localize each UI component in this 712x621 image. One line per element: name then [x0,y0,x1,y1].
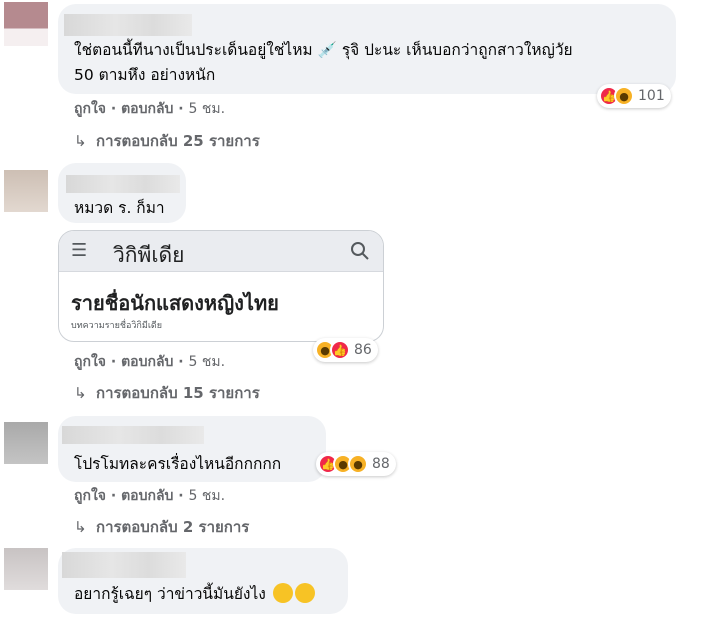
comment-text: อยากรู้เฉยๆ ว่าข่าวนี้มันยังไง [74,582,315,607]
avatar[interactable] [4,170,48,212]
author-name[interactable] [66,175,180,193]
reply-arrow-icon: ↳ [74,518,87,536]
comment-text: โปรโมทละครเรื่องไหนอีกกกกก [74,455,282,473]
reaction-count: 86 [354,342,372,358]
like-link[interactable]: ถูกใจ [74,101,106,117]
avatar[interactable] [4,422,48,464]
like-reaction-icon: 👍 [330,340,350,360]
article-subtitle: บทความรายชื่อวิกิมีเดีย [71,321,163,331]
reply-arrow-icon: ↳ [74,384,87,402]
hamburger-menu-icon: ☰ [71,240,88,261]
wiki-brand: วิกิพีเดีย [113,243,185,267]
timestamp[interactable]: 5 ชม. [189,101,226,117]
reply-link[interactable]: ตอบกลับ [121,354,173,370]
author-name[interactable] [62,426,204,444]
search-icon [351,242,369,260]
author-name[interactable] [62,552,186,578]
wiki-header: ☰ วิกิพีเดีย [59,231,383,272]
article-title: รายชื่อนักแสดงหญิงไทย [71,291,279,315]
view-replies-link[interactable]: ↳ การตอบกลับ 15 รายการ [74,381,260,405]
avatar[interactable] [4,548,48,590]
link-preview-card[interactable]: ☰ วิกิพีเดีย รายชื่อนักแสดงหญิงไทย บทควา… [58,230,384,342]
comment-text: ใช่ตอนนี้ทีนางเป็นประเด็นอยู่ใช่ไหม 💉 รุ… [74,41,573,84]
haha-reaction-icon: ● [348,454,368,474]
reply-link[interactable]: ตอบกลับ [121,488,173,504]
avatar[interactable] [4,2,48,46]
view-replies-link[interactable]: ↳ การตอบกลับ 2 รายการ [74,515,249,539]
reaction-summary[interactable]: ● 👍 86 [313,338,378,362]
comment-actions: ถูกใจ · ตอบกลับ · 5 ชม. [74,101,226,117]
timestamp[interactable]: 5 ชม. [189,354,226,370]
syringe-icon: 💉 [317,41,337,59]
comment-actions: ถูกใจ · ตอบกลับ · 5 ชม. [74,488,226,504]
reply-link[interactable]: ตอบกลับ [121,101,173,117]
comment-actions: ถูกใจ · ตอบกลับ · 5 ชม. [74,354,226,370]
pleading-face-icon [272,583,293,603]
reaction-count: 101 [638,88,665,104]
reply-arrow-icon: ↳ [74,132,87,150]
timestamp[interactable]: 5 ชม. [189,488,226,504]
view-replies-link[interactable]: ↳ การตอบกลับ 25 รายการ [74,129,260,153]
reaction-summary[interactable]: 👍 ● 101 [597,84,671,108]
like-link[interactable]: ถูกใจ [74,488,106,504]
flushed-face-icon [294,583,315,603]
author-name[interactable] [64,14,192,36]
like-link[interactable]: ถูกใจ [74,354,106,370]
reaction-summary[interactable]: 👍 ● ● 88 [316,452,396,476]
comment-text: หมวด ร. ก็มา [74,199,165,217]
wow-reaction-icon: ● [614,86,634,106]
reaction-count: 88 [372,456,390,472]
